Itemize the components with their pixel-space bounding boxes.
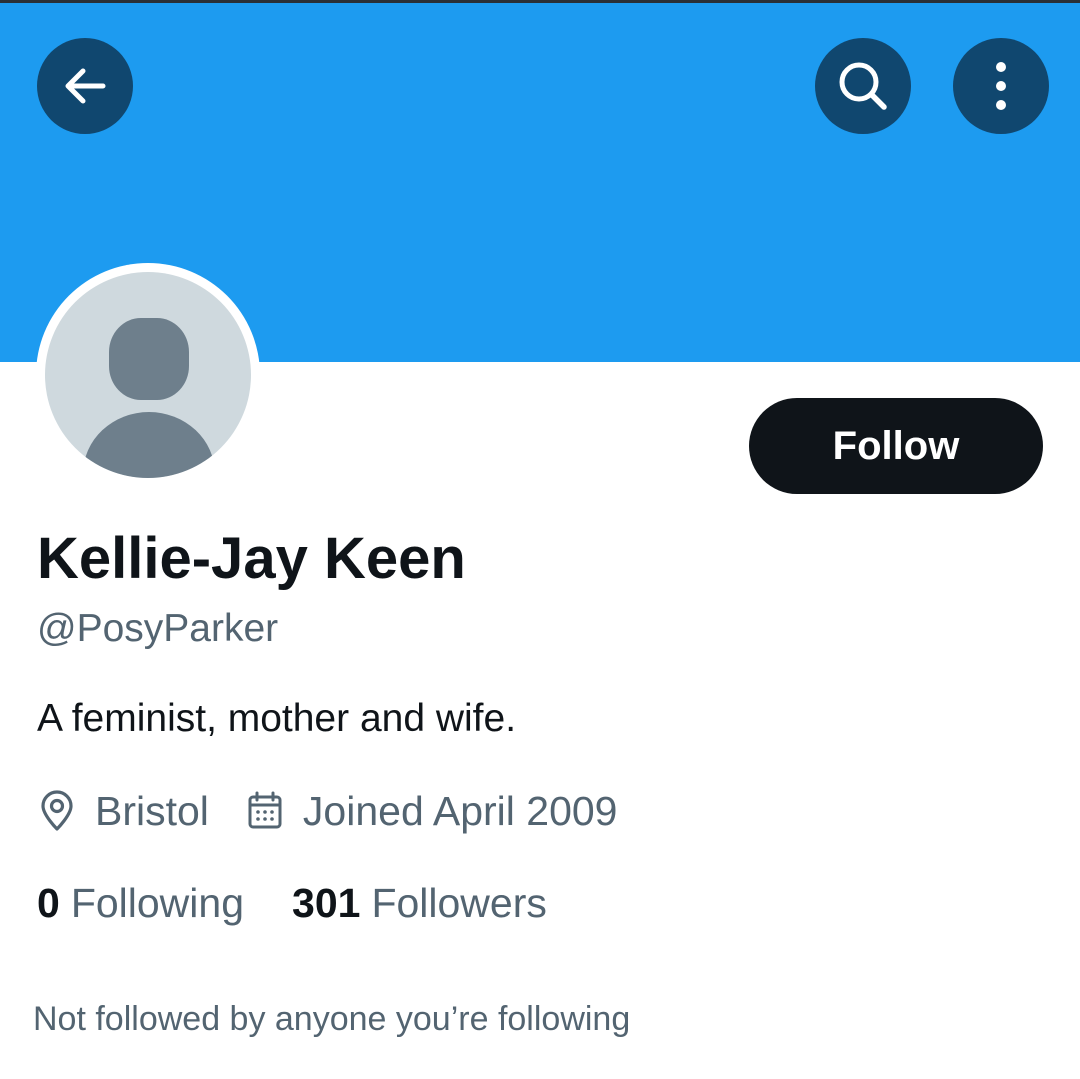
profile-bio: A feminist, mother and wife. (37, 697, 517, 740)
followers-count: 301 (292, 880, 361, 926)
arrow-left-icon (57, 58, 113, 114)
following-label: Following (70, 880, 245, 926)
more-vertical-icon (991, 58, 1011, 114)
profile-meta: Bristol Joined April 2009 (37, 785, 618, 837)
followers-label: Followers (371, 880, 547, 926)
search-button[interactable] (815, 38, 911, 134)
social-context-text: Not followed by anyone you’re following (33, 1000, 631, 1038)
location-pin-icon (37, 789, 77, 833)
following-link[interactable]: 0 Following (37, 880, 244, 927)
calendar-icon (247, 791, 283, 831)
profile-page: Follow Kellie-Jay Keen @PosyParker A fem… (0, 0, 1080, 1079)
follow-button[interactable]: Follow (749, 398, 1043, 494)
default-avatar-icon (83, 318, 215, 478)
more-options-button[interactable] (953, 38, 1049, 134)
joined-date-text: Joined April 2009 (302, 787, 618, 834)
display-name: Kellie-Jay Keen (37, 526, 466, 591)
following-count: 0 (37, 880, 60, 926)
user-handle: @PosyParker (37, 607, 279, 650)
back-button[interactable] (37, 38, 133, 134)
follow-stats: 0 Following 301 Followers (37, 880, 547, 927)
search-icon (833, 56, 893, 116)
avatar[interactable] (45, 272, 251, 478)
location-text: Bristol (95, 787, 209, 834)
followers-link[interactable]: 301 Followers (292, 880, 547, 927)
